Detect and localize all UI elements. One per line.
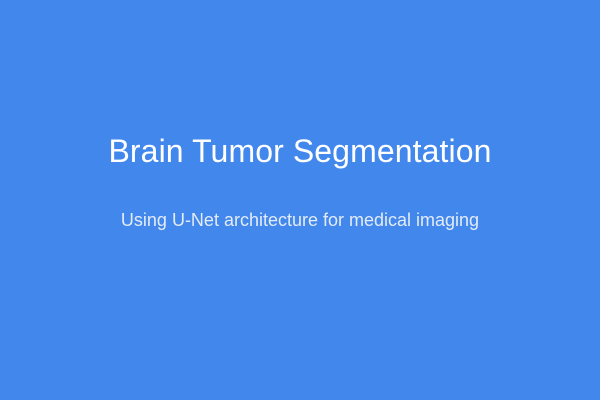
slide-subtitle: Using U-Net architecture for medical ima… [120, 210, 480, 230]
title-slide: Brain Tumor Segmentation Using U-Net arc… [0, 0, 600, 400]
slide-title: Brain Tumor Segmentation [108, 133, 492, 169]
